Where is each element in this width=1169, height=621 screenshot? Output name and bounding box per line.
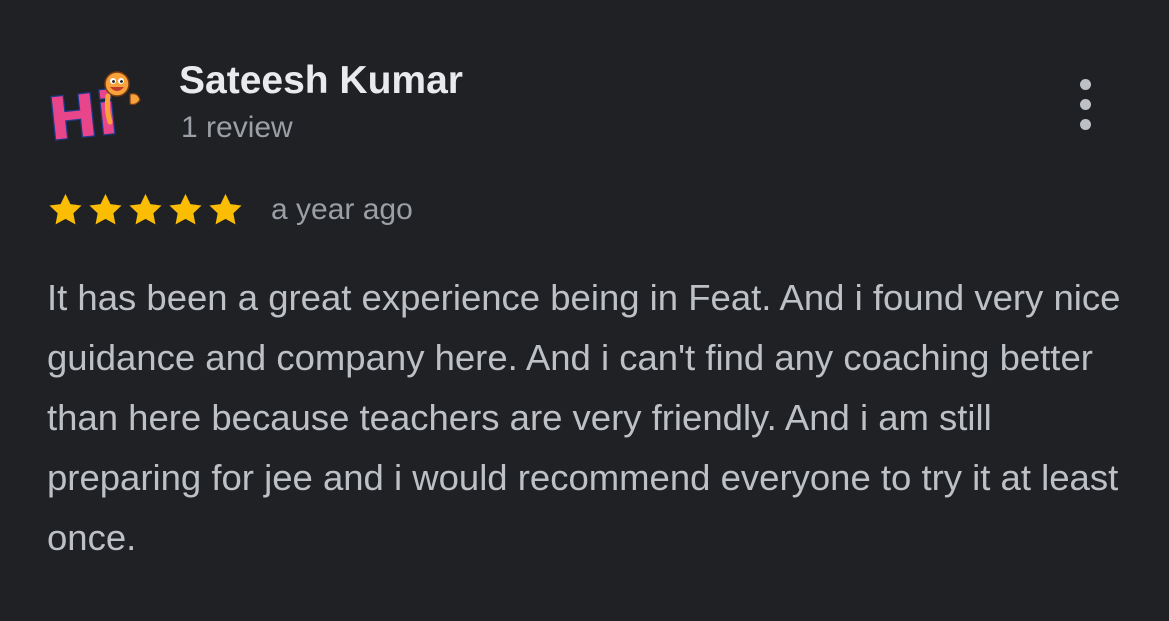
hi-smiley-avatar-icon: Hi	[46, 71, 141, 148]
review-text: It has been a great experience being in …	[47, 277, 1121, 558]
star-icon	[46, 191, 85, 229]
reviewer-review-count[interactable]: 1 review	[181, 110, 293, 146]
more-options-button[interactable]	[1064, 72, 1106, 136]
star-icon	[126, 191, 165, 229]
star-icon	[86, 191, 125, 229]
review-card: Hi Sateesh Kumar 1 review a year ago It …	[0, 0, 1169, 621]
more-vert-icon	[1079, 78, 1091, 90]
star-icon	[206, 191, 245, 229]
reviewer-name[interactable]: Sateesh Kumar	[179, 58, 463, 104]
review-time: a year ago	[271, 193, 413, 226]
reviewer-avatar[interactable]: Hi	[46, 70, 148, 148]
star-icon	[166, 191, 205, 229]
star-rating	[46, 191, 245, 229]
rating-row: a year ago	[46, 188, 413, 232]
more-vert-icon	[1079, 118, 1091, 130]
more-vert-icon	[1079, 98, 1091, 110]
